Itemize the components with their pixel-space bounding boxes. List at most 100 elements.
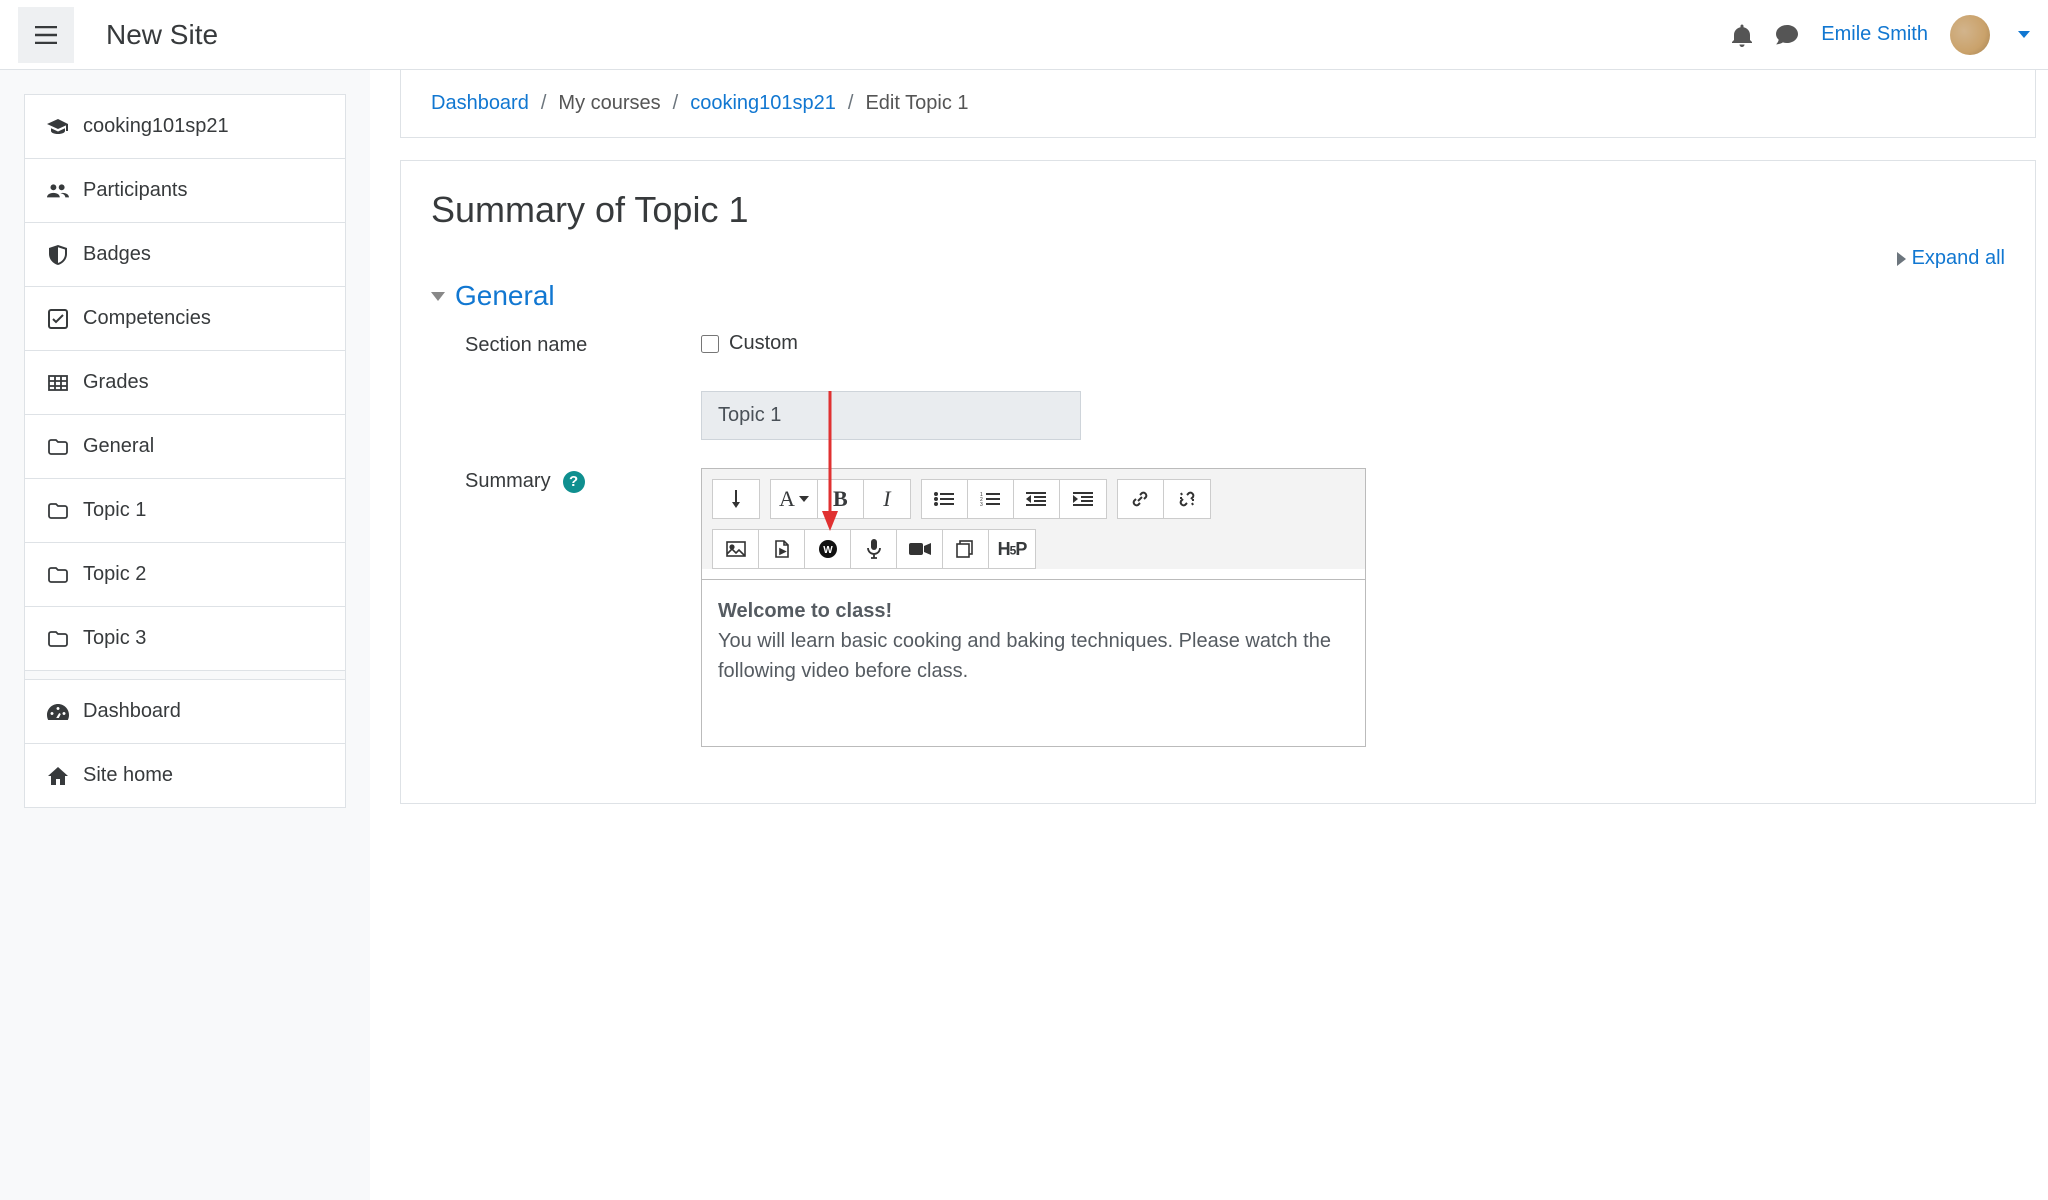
svg-text:3: 3 [980,502,983,506]
editor-content-area[interactable]: Welcome to class! You will learn basic c… [702,579,1365,746]
toolbar-paragraph-style[interactable]: A [771,480,818,518]
custom-checkbox[interactable] [701,335,719,353]
form-container: Summary of Topic 1 Expand all General Se… [400,160,2036,804]
toolbar-record-video-button[interactable] [897,530,943,568]
sidebar-item-dashboard[interactable]: Dashboard [25,680,345,744]
sidebar: cooking101sp21 Participants Badges Compe… [0,70,370,1200]
avatar[interactable] [1950,15,1990,55]
folder-icon [47,631,69,647]
folder-icon [47,439,69,455]
sidebar-item-label: Competencies [83,307,211,330]
users-icon [47,183,69,199]
sidebar-item-label: General [83,435,154,458]
help-icon[interactable]: ? [563,471,585,493]
chat-icon [1775,24,1799,46]
messages-button[interactable] [1775,24,1799,46]
toolbar-indent-button[interactable] [1060,480,1106,518]
label-summary: Summary [465,470,551,493]
sidebar-item-topic2[interactable]: Topic 2 [25,543,345,607]
video-camera-icon [909,542,931,556]
user-menu-caret[interactable] [2018,31,2030,38]
expand-all-link[interactable]: Expand all [1897,247,2005,269]
sidebar-item-participants[interactable]: Participants [25,159,345,223]
notifications-button[interactable] [1731,23,1753,47]
editor-bold-line: Welcome to class! [718,600,892,622]
outdent-icon [1026,492,1046,506]
toolbar-ul-button[interactable] [922,480,968,518]
graduation-cap-icon [47,119,69,135]
caret-down-icon [431,292,445,301]
sidebar-item-topic3[interactable]: Topic 3 [25,607,345,671]
sidebar-nav-list: cooking101sp21 Participants Badges Compe… [24,94,346,808]
file-video-icon [774,540,790,558]
folder-icon [47,503,69,519]
breadcrumb-sep: / [541,92,547,115]
page-heading: Summary of Topic 1 [431,189,2005,231]
breadcrumb-course[interactable]: cooking101sp21 [690,92,836,115]
editor-toolbar: A B I 123 [702,469,1365,569]
caret-right-icon [1897,252,1906,266]
warpwire-icon: W [818,539,838,559]
breadcrumb-sep: / [673,92,679,115]
breadcrumb-container: Dashboard / My courses / cooking101sp21 … [400,70,2036,138]
sidebar-item-grades[interactable]: Grades [25,351,345,415]
unlink-icon [1178,490,1196,508]
breadcrumb-mycourses: My courses [558,92,660,115]
breadcrumb-current: Edit Topic 1 [865,92,968,115]
user-name-link[interactable]: Emile Smith [1821,23,1928,46]
folder-icon [47,567,69,583]
main-content: Dashboard / My courses / cooking101sp21 … [370,70,2048,1200]
toolbar-ol-button[interactable]: 123 [968,480,1014,518]
sidebar-item-badges[interactable]: Badges [25,223,345,287]
toolbar-warpwire-button[interactable]: W [805,530,851,568]
microphone-icon [867,539,881,559]
list-ol-icon: 123 [980,492,1000,506]
section-general-header[interactable]: General [431,280,2005,312]
toolbar-link-button[interactable] [1118,480,1164,518]
sidebar-item-general[interactable]: General [25,415,345,479]
arrow-down-icon [729,490,743,508]
nav-right: Emile Smith [1731,15,2030,55]
toolbar-record-audio-button[interactable] [851,530,897,568]
section-name-input: Topic 1 [701,391,1081,440]
indent-icon [1073,492,1093,506]
sidebar-item-competencies[interactable]: Competencies [25,287,345,351]
section-general-label: General [455,280,555,312]
row-summary: Summary ? [431,468,2005,747]
sidebar-item-topic1[interactable]: Topic 1 [25,479,345,543]
rich-text-editor: A B I 123 [701,468,1366,747]
top-navbar: New Site Emile Smith [0,0,2048,70]
sidebar-item-course[interactable]: cooking101sp21 [25,95,345,159]
sidebar-item-label: Topic 1 [83,499,146,522]
grid-icon [47,375,69,391]
breadcrumb-dashboard[interactable]: Dashboard [431,92,529,115]
toolbar-image-button[interactable] [713,530,759,568]
toolbar-unlink-button[interactable] [1164,480,1210,518]
toolbar-media-button[interactable] [759,530,805,568]
toolbar-italic-button[interactable]: I [864,480,910,518]
toolbar-bold-button[interactable]: B [818,480,864,518]
toolbar-outdent-button[interactable] [1014,480,1060,518]
sidebar-item-label: Participants [83,179,188,202]
files-icon [956,540,976,558]
toolbar-manage-files-button[interactable] [943,530,989,568]
sidebar-divider [25,670,345,680]
h5p-icon: H5P [998,539,1027,560]
check-square-icon [47,309,69,329]
site-title[interactable]: New Site [106,19,218,51]
sidebar-item-label: Dashboard [83,700,181,723]
sidebar-item-label: cooking101sp21 [83,115,229,138]
hamburger-menu-button[interactable] [18,7,74,63]
sidebar-item-sitehome[interactable]: Site home [25,744,345,807]
bell-icon [1731,23,1753,47]
toolbar-h5p-button[interactable]: H5P [989,530,1035,568]
sidebar-item-label: Site home [83,764,173,787]
expand-all-label: Expand all [1912,247,2005,269]
toolbar-expand-button[interactable] [713,480,759,518]
link-icon [1131,490,1149,508]
editor-body-text: You will learn basic cooking and baking … [718,630,1331,682]
sidebar-item-label: Badges [83,243,151,266]
list-ul-icon [934,492,954,506]
breadcrumb: Dashboard / My courses / cooking101sp21 … [431,92,2005,115]
custom-checkbox-label[interactable]: Custom [701,332,2005,355]
